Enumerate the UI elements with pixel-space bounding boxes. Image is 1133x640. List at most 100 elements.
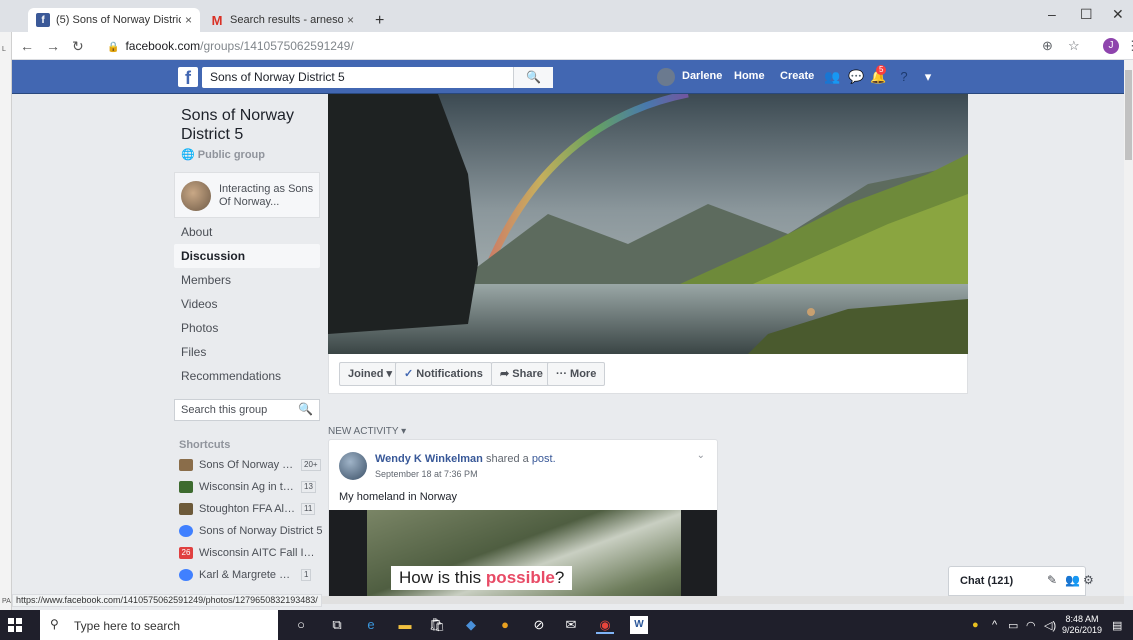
chat-bar[interactable]: Chat (121) ✎ 👥 ⚙: [948, 566, 1094, 596]
close-tab-icon[interactable]: ×: [185, 13, 192, 27]
create-link[interactable]: Create: [780, 70, 814, 82]
author-name[interactable]: Wendy K Winkelman: [375, 453, 483, 465]
facebook-header: f Sons of Norway District 5 🔍 Darlene Ho…: [12, 60, 1124, 94]
settings-icon[interactable]: ⚙: [1083, 573, 1094, 587]
scrollbar-thumb[interactable]: [1125, 70, 1132, 160]
app-icon[interactable]: ◆: [462, 616, 480, 634]
group-search-input[interactable]: [175, 400, 285, 420]
wifi-icon[interactable]: ◠: [1026, 619, 1036, 632]
profile-link[interactable]: Darlene: [682, 70, 722, 82]
zoom-icon[interactable]: ⊕: [1042, 38, 1053, 54]
store-icon[interactable]: 🛍: [428, 616, 446, 634]
share-arrow-icon: ➦: [500, 368, 513, 380]
more-button[interactable]: ··· More: [547, 362, 606, 386]
app-icon[interactable]: ●: [496, 616, 514, 634]
joined-button[interactable]: Joined ▾: [339, 362, 402, 386]
search-icon[interactable]: 🔍: [298, 402, 313, 416]
tab-facebook[interactable]: f (5) Sons of Norway District 5 ×: [28, 8, 200, 32]
ruler-tab-marker[interactable]: L: [2, 46, 10, 53]
facebook-search-input[interactable]: Sons of Norway District 5 🔍: [202, 67, 553, 88]
action-center-icon[interactable]: ▤: [1112, 619, 1122, 632]
home-link[interactable]: Home: [734, 70, 765, 82]
volume-icon[interactable]: ◁): [1044, 619, 1056, 632]
new-message-icon[interactable]: ✎: [1047, 573, 1057, 587]
mail-icon[interactable]: ✉: [562, 616, 580, 634]
bookmark-star-icon[interactable]: ☆: [1068, 38, 1080, 54]
nav-about[interactable]: About: [174, 220, 320, 244]
close-window-icon[interactable]: ✕: [1112, 6, 1124, 23]
video-caption: How is this possible?: [391, 566, 573, 590]
new-activity-sort[interactable]: NEW ACTIVITY ▾: [328, 426, 406, 437]
shared-post-link[interactable]: post.: [532, 453, 556, 465]
post-video[interactable]: How is this possible?: [329, 510, 717, 596]
nav-photos[interactable]: Photos: [174, 316, 320, 340]
word-icon[interactable]: W: [630, 616, 648, 634]
clock-date: 9/26/2019: [1062, 625, 1103, 635]
close-tab-icon[interactable]: ×: [347, 13, 354, 27]
cover-photo-image: [328, 94, 968, 354]
horizontal-scrollbar[interactable]: [318, 596, 1124, 604]
shortcut-item[interactable]: Karl & Margrete Erst... 1: [179, 564, 324, 586]
edge-icon[interactable]: e: [362, 616, 380, 634]
file-explorer-icon[interactable]: ▬: [396, 616, 414, 634]
cover-photo[interactable]: [328, 94, 968, 354]
windows-start-icon[interactable]: [8, 618, 22, 632]
tab-gmail[interactable]: M Search results - arnesonfamily5@ ×: [202, 8, 362, 32]
nav-members[interactable]: Members: [174, 268, 320, 292]
author-avatar[interactable]: [339, 452, 367, 480]
cortana-icon[interactable]: ○: [292, 616, 310, 634]
browser-menu-icon[interactable]: ⋮: [1126, 38, 1133, 54]
group-search: 🔍: [174, 399, 320, 421]
nav-recommendations[interactable]: Recommendations: [174, 364, 320, 388]
user-avatar[interactable]: [657, 68, 675, 86]
battery-icon[interactable]: ▭: [1008, 619, 1018, 632]
shortcut-item[interactable]: Wisconsin Ag in the ... 13: [179, 476, 324, 498]
maximize-icon[interactable]: ☐: [1080, 6, 1093, 23]
taskbar-search[interactable]: ⚲ Type here to search: [40, 610, 278, 640]
post-options-chevron-icon[interactable]: ⌄: [697, 450, 705, 461]
show-hidden-icons-chevron-icon[interactable]: ^: [992, 619, 997, 631]
notifications-button[interactable]: ✓ Notifications: [395, 362, 492, 386]
group-name[interactable]: Sons of Norway District 5: [181, 106, 321, 144]
minimize-icon[interactable]: –: [1048, 6, 1056, 22]
caption-highlight: possible: [485, 568, 555, 587]
new-group-icon[interactable]: 👥: [1065, 573, 1080, 587]
facebook-logo-icon[interactable]: f: [178, 67, 198, 88]
shortcut-name: Sons Of Norway St...: [199, 459, 297, 471]
help-tray-icon[interactable]: ●: [972, 619, 979, 631]
shortcut-item[interactable]: Sons Of Norway St... 20+: [179, 454, 324, 476]
nav-files[interactable]: Files: [174, 340, 320, 364]
shortcut-item[interactable]: Stoughton FFA Alumni 11: [179, 498, 324, 520]
new-tab-button[interactable]: +: [375, 12, 384, 30]
group-thumbnail-icon: [179, 503, 193, 515]
group-action-bar: Joined ▾ ✓ Notifications ➦ Share ··· Mor…: [328, 354, 968, 394]
post-timestamp[interactable]: September 18 at 7:36 PM: [375, 469, 478, 479]
share-button[interactable]: ➦ Share: [491, 362, 552, 386]
windows-taskbar: ⚲ Type here to search ○ ⧉ e ▬ 🛍 ◆ ● ⊘ ✉ …: [0, 610, 1133, 640]
hp-icon[interactable]: ⊘: [530, 616, 548, 634]
profile-avatar[interactable]: J: [1103, 38, 1119, 54]
help-icon[interactable]: ?: [896, 69, 912, 85]
messenger-icon[interactable]: 💬: [848, 69, 864, 85]
nav-discussion[interactable]: Discussion: [174, 244, 320, 268]
address-bar: ← → ↻ 🔒 facebook.com/groups/1410575062591…: [12, 32, 1133, 60]
search-icon[interactable]: 🔍: [513, 67, 553, 88]
shortcut-count: 13: [301, 481, 316, 493]
shortcuts-list: Sons Of Norway St... 20+ Wisconsin Ag in…: [179, 454, 324, 586]
interacting-as-switcher[interactable]: Interacting as Sons Of Norway...: [174, 172, 320, 218]
nav-videos[interactable]: Videos: [174, 292, 320, 316]
chrome-icon[interactable]: ◉: [596, 616, 614, 634]
ellipsis-icon: ···: [556, 368, 571, 380]
back-icon[interactable]: ←: [20, 38, 34, 54]
friend-requests-icon[interactable]: 👥: [824, 69, 840, 85]
url-field[interactable]: 🔒 facebook.com/groups/1410575062591249/: [107, 39, 354, 53]
system-clock[interactable]: 8:48 AM 9/26/2019: [1062, 614, 1102, 636]
forward-icon[interactable]: →: [46, 38, 60, 54]
shortcut-item[interactable]: Sons of Norway District 5: [179, 520, 324, 542]
reload-icon[interactable]: ↻: [72, 38, 84, 55]
vertical-scrollbar[interactable]: [1124, 60, 1133, 596]
task-view-icon[interactable]: ⧉: [328, 616, 346, 634]
shortcut-item[interactable]: 26 Wisconsin AITC Fall Inf...: [179, 542, 324, 564]
account-menu-chevron-icon[interactable]: ▾: [920, 69, 936, 85]
post-message: My homeland in Norway: [339, 491, 457, 503]
